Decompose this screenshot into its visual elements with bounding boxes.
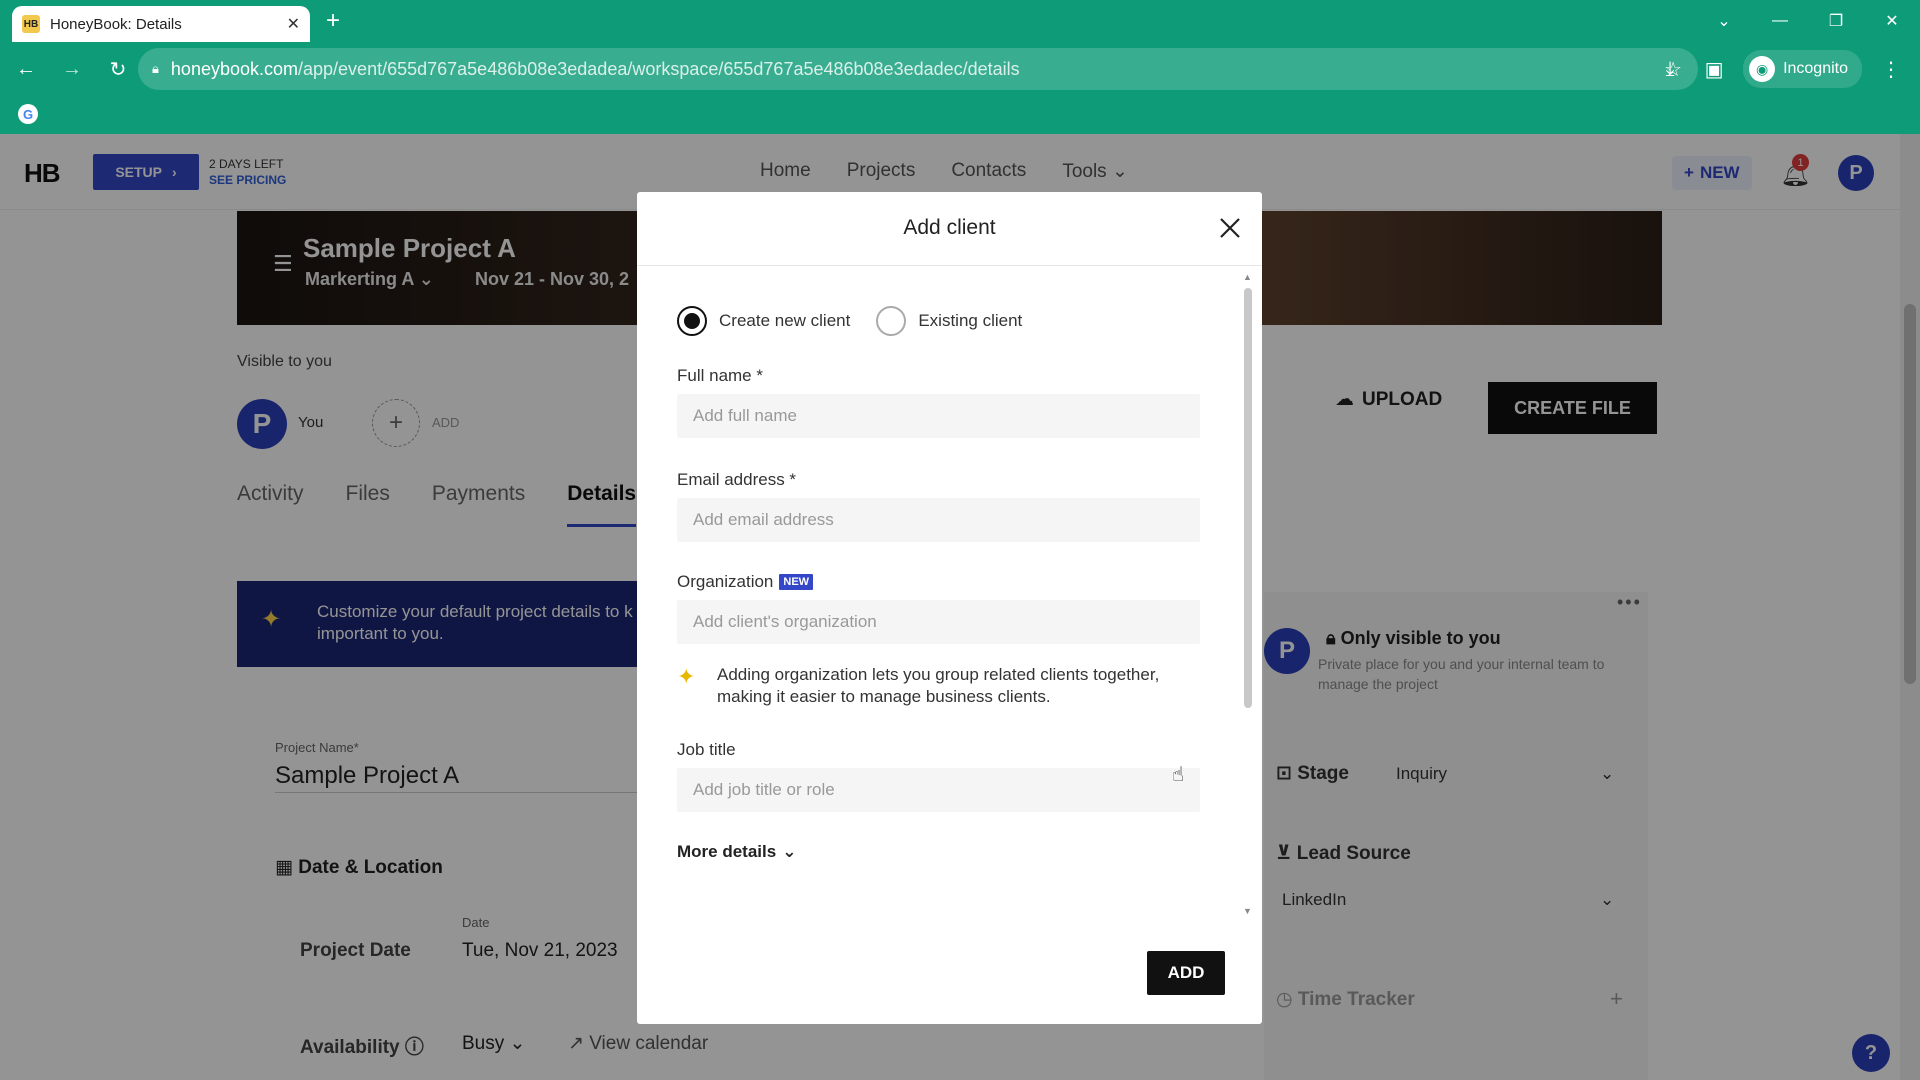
email-input[interactable] <box>677 498 1200 542</box>
radio-create-new-label[interactable]: Create new client <box>719 311 850 331</box>
new-badge: NEW <box>779 574 814 590</box>
tab-title: HoneyBook: Details <box>50 15 182 33</box>
modal-scrollbar[interactable]: ▲ ▼ <box>1241 272 1255 922</box>
sparkle-icon: ✦ <box>677 664 696 689</box>
url-path: /app/event/655d767a5e486b08e3edadea/work… <box>298 58 1020 79</box>
job-title-input[interactable] <box>677 768 1200 812</box>
restore-icon[interactable]: ❐ <box>1808 0 1864 42</box>
incognito-badge[interactable]: ◉ Incognito <box>1743 50 1862 88</box>
full-name-input[interactable] <box>677 394 1200 438</box>
modal-header: Add client <box>637 192 1262 266</box>
browser-tab[interactable]: HB HoneyBook: Details ✕ <box>12 6 310 42</box>
client-type-radios: Create new client Existing client <box>677 306 1048 336</box>
scroll-up-icon[interactable]: ▲ <box>1243 272 1252 282</box>
window-close-icon[interactable]: ✕ <box>1864 0 1920 42</box>
browser-toolbar: ← → ↻ 🔒︎ honeybook.com/app/event/655d767… <box>0 42 1920 96</box>
forward-icon[interactable]: → <box>52 49 92 89</box>
modal-body: Create new client Existing client Full n… <box>677 266 1217 916</box>
window-controls: ⌄ — ❐ ✕ <box>1696 0 1920 42</box>
close-icon[interactable] <box>1212 210 1248 246</box>
organization-note: ✦ Adding organization lets you group rel… <box>677 664 1200 708</box>
radio-existing-label[interactable]: Existing client <box>918 311 1022 331</box>
more-details-toggle[interactable]: More details ⌄ <box>677 842 796 862</box>
organization-label: Organization NEW <box>677 572 814 592</box>
lock-icon: 🔒︎ <box>152 61 159 76</box>
job-title-label: Job title <box>677 740 736 759</box>
add-client-modal: Add client Create new client Existing cl… <box>637 192 1262 1024</box>
chevron-down-icon: ⌄ <box>782 842 797 861</box>
tab-search-icon[interactable]: ⌄ <box>1696 0 1752 42</box>
email-label: Email address * <box>677 470 797 489</box>
radio-existing[interactable] <box>876 306 907 336</box>
incognito-icon: ◉ <box>1749 56 1776 82</box>
hand-cursor-icon: ☝ <box>1172 764 1185 786</box>
tab-close-icon[interactable]: ✕ <box>287 14 300 34</box>
address-bar[interactable]: 🔒︎ honeybook.com/app/event/655d767a5e486… <box>138 48 1698 90</box>
browser-tab-bar: HB HoneyBook: Details ✕ + ⌄ — ❐ ✕ <box>0 0 1920 42</box>
organization-input[interactable] <box>677 600 1200 644</box>
url-host: honeybook.com <box>170 58 299 79</box>
radio-create-new[interactable] <box>677 306 707 336</box>
download-icon[interactable]: ⤓ <box>1655 58 1685 81</box>
modal-scroll-thumb[interactable] <box>1244 288 1252 708</box>
back-icon[interactable]: ← <box>6 49 46 89</box>
modal-title: Add client <box>903 216 996 239</box>
scroll-down-icon[interactable]: ▼ <box>1243 906 1252 916</box>
organization-note-text: Adding organization lets you group relat… <box>717 665 1160 706</box>
reload-icon[interactable]: ↻ <box>98 49 138 89</box>
minimize-icon[interactable]: — <box>1752 0 1808 42</box>
side-panel-icon[interactable]: ▣ <box>1699 57 1729 82</box>
add-button[interactable]: ADD <box>1147 951 1225 995</box>
full-name-label: Full name * <box>677 366 763 385</box>
incognito-label: Incognito <box>1783 60 1848 77</box>
more-details-label: More details <box>677 842 777 861</box>
bookmarks-bar: G <box>0 96 1920 134</box>
browser-menu-icon[interactable]: ⋮ <box>1876 57 1906 82</box>
organization-text: Organization <box>677 572 774 591</box>
new-tab-icon[interactable]: + <box>326 8 340 34</box>
google-icon[interactable]: G <box>18 104 38 124</box>
honeybook-favicon-icon: HB <box>22 15 40 33</box>
